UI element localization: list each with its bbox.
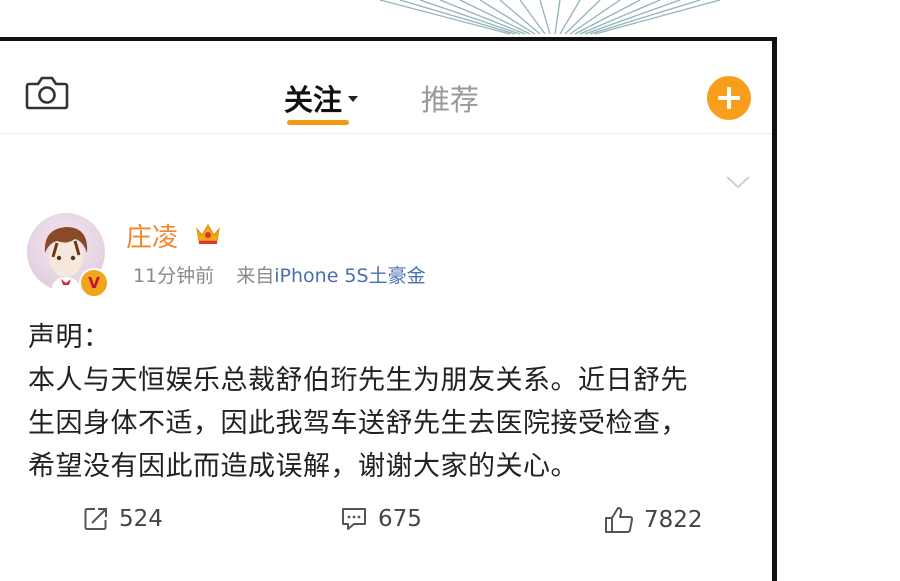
post-content-line: 声明：	[28, 322, 111, 353]
weibo-app-panel: 关注 推荐 V 庄凌 11分钟前 来自iPhone 5S土豪金 声明： 本人与天…	[0, 37, 777, 581]
comment-count: 675	[378, 506, 422, 532]
chevron-down-icon[interactable]	[724, 173, 752, 191]
verified-icon: V	[79, 268, 109, 298]
post-source-prefix: 来自	[236, 265, 275, 287]
like-button[interactable]: 7822	[604, 506, 703, 534]
tab-follow[interactable]: 关注	[284, 77, 359, 119]
post-content: 声明： 本人与天恒娱乐总裁舒伯珩先生为朋友关系。近日舒先 生因身体不适，因此我驾…	[28, 316, 758, 488]
comment-button[interactable]: 675	[340, 506, 422, 532]
repost-icon	[84, 508, 107, 530]
post-meta: 11分钟前 来自iPhone 5S土豪金	[133, 261, 426, 288]
caret-down-icon	[348, 96, 359, 102]
post-content-line: 希望没有因此而造成误解，谢谢大家的关心。	[28, 451, 578, 482]
top-navigation-bar: 关注 推荐	[0, 41, 772, 134]
post-time: 11分钟前	[133, 265, 215, 287]
post-content-line: 生因身体不适，因此我驾车送舒先生去医院接受检查，	[28, 408, 688, 439]
post-content-line: 本人与天恒娱乐总裁舒伯珩先生为朋友关系。近日舒先	[28, 365, 688, 396]
post-source[interactable]: iPhone 5S土豪金	[274, 265, 425, 287]
active-tab-indicator	[287, 120, 349, 125]
like-icon	[605, 507, 634, 533]
repost-count: 524	[119, 506, 163, 532]
like-count: 7822	[644, 507, 703, 533]
background-burst-decoration	[379, 0, 721, 35]
crown-icon	[196, 224, 220, 244]
tab-recommend[interactable]: 推荐	[421, 77, 479, 119]
post-actions: 524 675 7822	[0, 506, 772, 546]
add-icon[interactable]	[707, 76, 751, 120]
repost-button[interactable]: 524	[83, 506, 163, 532]
camera-icon[interactable]	[25, 74, 69, 112]
tab-follow-label: 关注	[284, 83, 343, 117]
post-username[interactable]: 庄凌	[126, 217, 178, 254]
comment-icon	[342, 508, 366, 530]
